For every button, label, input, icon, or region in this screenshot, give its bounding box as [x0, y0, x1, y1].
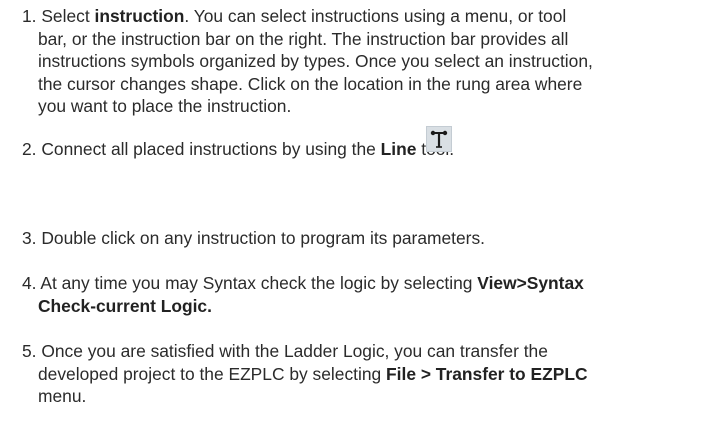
step-2-line-1: 2. Connect all placed instructions by us… — [22, 139, 454, 159]
step-5-line-3: menu. — [38, 386, 87, 406]
step-1-line-2: bar, or the instruction bar on the right… — [38, 28, 569, 49]
step-4: 4. At any time you may Syntax check the … — [22, 272, 702, 317]
line-tool-icon — [426, 126, 452, 152]
file-transfer-keyword: File > Transfer to EZPLC — [386, 363, 588, 384]
step-3-line-1: 3. Double click on any instruction to pr… — [22, 228, 485, 248]
line-keyword: Line — [380, 139, 417, 159]
step-2: 2. Connect all placed instructions by us… — [22, 138, 702, 161]
step-5-line-2: developed project to the EZPLC by select… — [38, 363, 588, 384]
step-1-line-5: you want to place the instruction. — [38, 96, 292, 116]
step-1-line-3: instructions symbols organized by types.… — [38, 51, 593, 71]
check-current-logic-keyword: Check-current Logic. — [38, 295, 212, 316]
step-1-line-4: the cursor changes shape. Click on the l… — [38, 73, 583, 94]
step-5-line-1: 5. Once you are satisfied with the Ladde… — [22, 341, 548, 361]
step-1-line-1: 1. Select instruction. You can select in… — [22, 6, 567, 26]
step-5: 5. Once you are satisfied with the Ladde… — [22, 340, 702, 408]
step-4-line-1: 4. At any time you may Syntax check the … — [22, 273, 584, 293]
step-1: 1. Select instruction. You can select in… — [22, 5, 702, 118]
step-3: 3. Double click on any instruction to pr… — [22, 227, 702, 250]
instructions-page: 1. Select instruction. You can select in… — [0, 0, 719, 431]
view-syntax-keyword: View>Syntax — [477, 273, 584, 293]
instruction-keyword: instruction — [94, 6, 185, 26]
